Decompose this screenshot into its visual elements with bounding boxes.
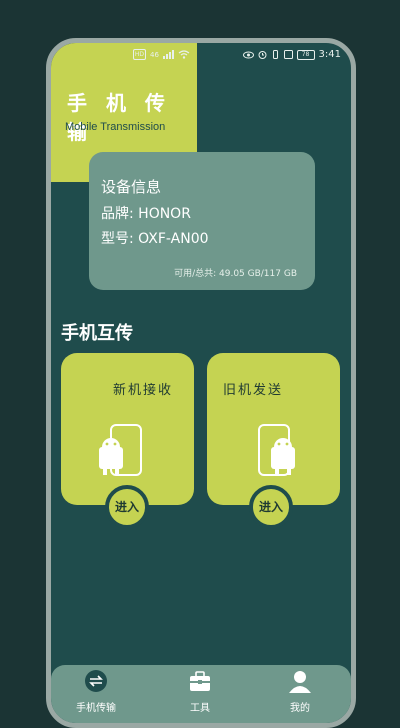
status-time: 3:41 (318, 49, 341, 60)
phone-android-icon (99, 424, 142, 476)
wifi-icon (178, 50, 190, 59)
status-bar: HD 46 78 3:41 (51, 43, 351, 65)
old-phone-enter-button[interactable]: 进入 (249, 485, 293, 529)
user-icon (289, 671, 311, 693)
old-phone-send-card[interactable]: 旧机发送 进入 (207, 353, 340, 529)
signal-icon (162, 50, 174, 59)
status-left: HD 46 (133, 49, 190, 60)
nav-label-transfer: 手机传输 (76, 703, 116, 714)
battery-icon: 78 (296, 49, 315, 60)
transfer-icon (85, 670, 107, 692)
toolbox-icon (190, 671, 210, 691)
eye-icon (242, 51, 254, 58)
phone-android-icon (258, 424, 295, 476)
device-info-title: 设备信息 (101, 178, 162, 196)
network-type-icon: 46 (150, 50, 159, 59)
old-phone-send-label: 旧机发送 (223, 383, 284, 398)
device-model: 型号: OXF-AN00 (101, 231, 209, 247)
device-brand: 品牌: HONOR (101, 206, 191, 222)
nfc-icon (283, 50, 293, 59)
device-info-card: 设备信息 品牌: HONOR 型号: OXF-AN00 可用/总共: 49.05… (89, 152, 315, 290)
alarm-icon (258, 51, 267, 59)
bottom-nav: 手机传输 工具 我的 (51, 665, 351, 723)
nav-label-tools: 工具 (190, 703, 210, 714)
app-title: 手 机 传 输 (67, 91, 171, 144)
new-phone-enter-button[interactable]: 进入 (105, 485, 149, 529)
hd-icon: HD (133, 49, 146, 60)
nav-item-mine[interactable]: 我的 (265, 669, 335, 714)
nav-item-tools[interactable]: 工具 (165, 669, 235, 714)
nav-label-mine: 我的 (290, 703, 310, 714)
nav-item-transfer[interactable]: 手机传输 (61, 669, 131, 714)
new-phone-receive-label: 新机接收 (113, 383, 174, 398)
vibrate-icon (272, 50, 278, 59)
status-right: 78 3:41 (242, 49, 341, 60)
new-phone-receive-card[interactable]: 新机接收 进入 (61, 353, 194, 529)
device-storage: 可用/总共: 49.05 GB/117 GB (174, 269, 297, 279)
phone-frame: 手 机 传 输 Mobile Transmission HD 46 78 3:4… (46, 38, 356, 728)
section-title: 手机互传 (61, 323, 133, 344)
app-subtitle: Mobile Transmission (65, 121, 166, 133)
